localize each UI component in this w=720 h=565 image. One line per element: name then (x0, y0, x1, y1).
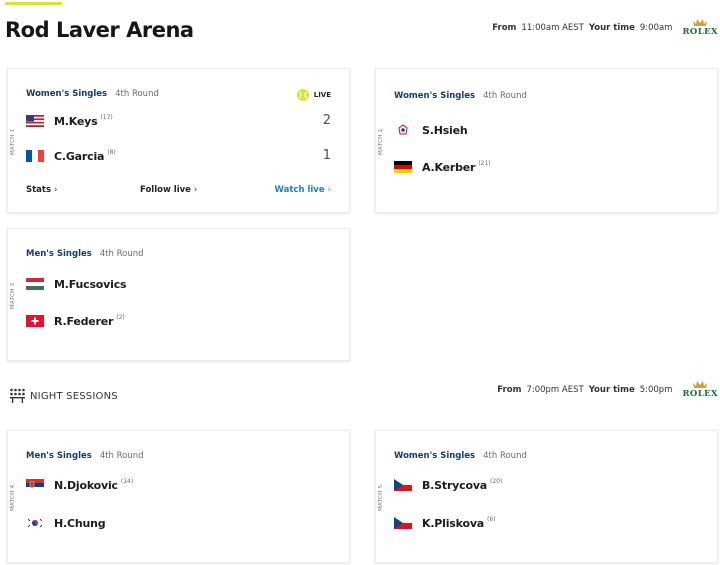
czech-flag-icon (394, 479, 412, 491)
rolex-crown-icon (693, 19, 708, 26)
watch-live-label: Watch live (274, 185, 325, 195)
stats-link[interactable]: Stats › (26, 185, 57, 195)
chevron-right-icon: › (193, 185, 198, 195)
player-seed: (14) (120, 477, 134, 485)
match-label: MATCH 2 (378, 128, 384, 155)
player-name: H.Chung (54, 516, 106, 530)
live-indicator: LIVE (296, 89, 331, 101)
player-row[interactable]: C.Garcia (8) (26, 148, 116, 164)
rolex-wordmark: ROLEX (682, 27, 718, 37)
player-name: C.Garcia (54, 149, 105, 163)
event-header: Men's Singles 4th Round (26, 249, 144, 259)
watch-live-link[interactable]: Watch live › (275, 185, 331, 195)
player-name: R.Federer (54, 314, 114, 328)
event-header: Women's Singles 4th Round (26, 89, 159, 99)
match-label: MATCH 3 (10, 282, 16, 309)
event-round: 4th Round (483, 91, 527, 101)
your-time: 5:00pm (639, 384, 673, 395)
match-card-5[interactable]: MATCH 5 Women's Singles 4th Round B.Stryc… (375, 430, 718, 563)
chevron-right-icon: › (54, 185, 58, 195)
serbia-flag-icon (26, 479, 44, 491)
event-round: 4th Round (99, 249, 144, 259)
korea-flag-icon (26, 517, 44, 529)
player-name: N.Djokovic (54, 478, 118, 492)
match-card-2[interactable]: MATCH 2 Women's Singles 4th Round S.Hsieh… (375, 68, 718, 213)
player-name: S.Hsieh (422, 123, 468, 137)
player-row[interactable]: M.Fucsovics (26, 276, 127, 292)
player-name: M.Keys (54, 114, 98, 128)
event-header: Men's Singles 4th Round (26, 451, 144, 461)
event-name: Women's Singles (394, 451, 476, 461)
player-row[interactable]: A.Kerber (21) (394, 159, 491, 175)
usa-flag-icon (26, 115, 44, 127)
player-row[interactable]: S.Hsieh (394, 122, 468, 138)
event-header: Women's Singles 4th Round (394, 91, 527, 101)
player-row[interactable]: H.Chung (26, 515, 106, 531)
stats-link-label: Stats (26, 185, 52, 195)
day-schedule: From 11:00am AEST Your time 9:00am ROLEX (492, 18, 718, 37)
from-label: From (492, 22, 517, 33)
event-header: Women's Singles 4th Round (394, 451, 527, 461)
event-round: 4th Round (99, 451, 144, 461)
player-name: A.Kerber (422, 160, 476, 174)
player-name: M.Fucsovics (54, 277, 127, 291)
hungary-flag-icon (26, 278, 44, 290)
switzerland-flag-icon (26, 315, 44, 327)
rolex-logo[interactable]: ROLEX (682, 18, 718, 37)
from-time: 7:00pm AEST (526, 384, 584, 395)
match-card-3[interactable]: MATCH 3 Men's Singles 4th Round M.Fucsovi… (7, 228, 350, 361)
tennis-ball-icon (296, 89, 309, 101)
event-round: 4th Round (115, 89, 159, 99)
player-row[interactable]: K.Pliskova (6) (394, 515, 496, 531)
night-schedule: From 7:00pm AEST Your time 5:00pm ROLEX (497, 380, 718, 399)
player-name: K.Pliskova (422, 516, 485, 530)
player-row[interactable]: N.Djokovic (14) (26, 477, 133, 493)
rolex-wordmark: ROLEX (682, 389, 718, 399)
match-label: MATCH 5 (378, 484, 384, 511)
accent-bar (5, 2, 62, 5)
france-flag-icon (26, 150, 44, 162)
from-label: From (497, 384, 522, 395)
match-card-4[interactable]: MATCH 4 Men's Singles 4th Round N.Djokovi… (7, 430, 350, 563)
player-row[interactable]: M.Keys (17) (26, 113, 113, 129)
follow-live-label: Follow live (140, 185, 191, 195)
player-row[interactable]: B.Strycova (20) (394, 477, 502, 493)
player-score: 1 (322, 148, 331, 163)
player-seed: (21) (478, 159, 491, 167)
player-seed: (6) (487, 515, 496, 523)
event-round: 4th Round (483, 451, 527, 461)
from-time: 11:00am AEST (521, 22, 584, 33)
player-seed: (20) (490, 477, 503, 485)
event-name: Men's Singles (26, 249, 92, 259)
chinese-taipei-flag-icon (394, 124, 412, 136)
live-label: LIVE (313, 91, 331, 99)
germany-flag-icon (394, 161, 412, 173)
player-seed: (2) (116, 313, 125, 321)
night-sessions-title: NIGHT SESSIONS (30, 390, 118, 402)
player-seed: (17) (100, 113, 113, 121)
your-time-label: Your time (588, 22, 635, 33)
your-time: 9:00am (639, 22, 673, 33)
stadium-lights-icon (10, 388, 25, 403)
event-name: Men's Singles (26, 451, 92, 461)
player-seed: (8) (107, 148, 116, 156)
page-title: Rod Laver Arena (5, 18, 194, 42)
rolex-crown-icon (693, 381, 708, 388)
czech-flag-icon (394, 517, 412, 529)
player-score: 2 (322, 113, 331, 128)
rolex-logo[interactable]: ROLEX (682, 380, 718, 399)
match-card-1[interactable]: MATCH 1 Women's Singles 4th Round LIVE M.… (7, 68, 350, 213)
follow-live-link[interactable]: Follow live › (140, 185, 197, 195)
chevron-right-icon: › (327, 185, 331, 195)
event-name: Women's Singles (394, 91, 476, 101)
night-sessions-heading: NIGHT SESSIONS (9, 388, 118, 404)
player-row[interactable]: R.Federer (2) (26, 313, 125, 329)
event-name: Women's Singles (26, 89, 108, 99)
your-time-label: Your time (588, 384, 635, 395)
player-name: B.Strycova (422, 478, 488, 492)
match-label: MATCH 4 (10, 484, 16, 511)
match-label: MATCH 1 (10, 128, 16, 155)
